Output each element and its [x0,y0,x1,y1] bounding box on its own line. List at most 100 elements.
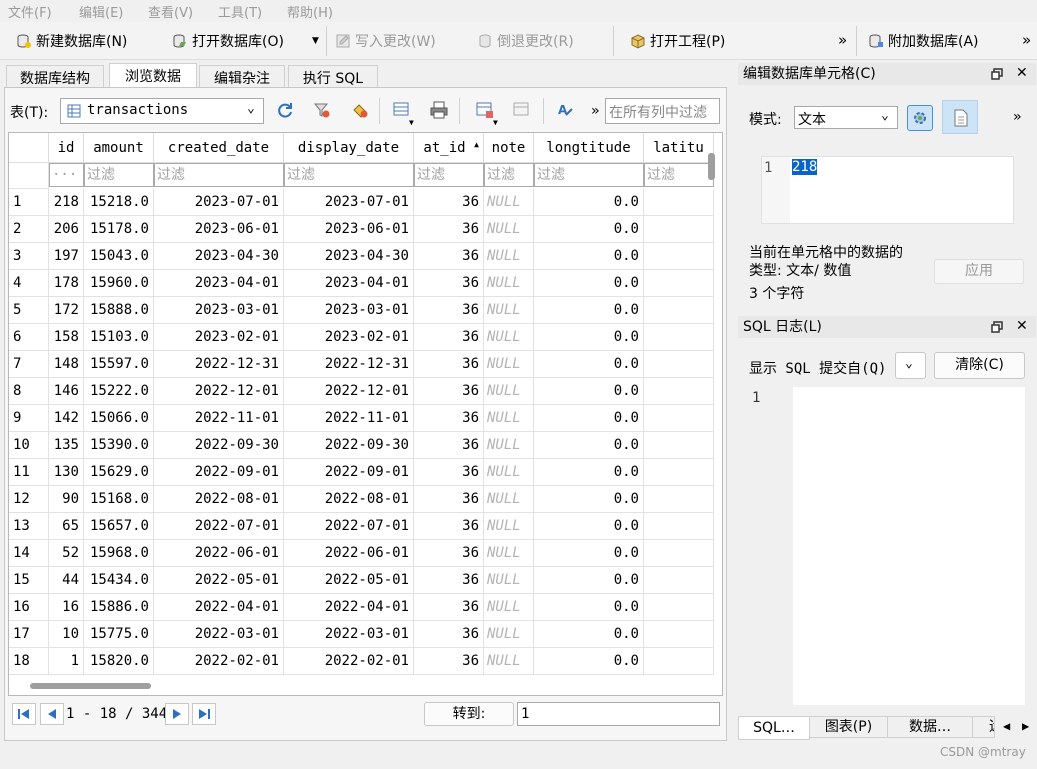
column-header-created_date[interactable]: created_date [154,133,284,163]
table-cell[interactable] [644,486,714,513]
table-cell[interactable]: 2023-07-01 [154,189,284,216]
column-header-note[interactable]: note [484,133,534,163]
clear-log-button[interactable]: 清除(C) [934,352,1025,379]
attach-database-button[interactable]: 附加数据库(A) [868,29,979,53]
table-cell[interactable]: 0.0 [534,648,644,675]
prev-page-button[interactable] [40,703,64,725]
table-cell[interactable]: 0.0 [534,351,644,378]
goto-button[interactable]: 转到: [424,702,514,726]
table-cell[interactable]: 158 [49,324,84,351]
table-cell[interactable] [644,621,714,648]
menu-tools[interactable]: 工具(T) [218,2,262,21]
next-page-button[interactable] [165,703,189,725]
table-cell[interactable]: 0.0 [534,594,644,621]
table-cell[interactable]: NULL [484,189,534,216]
table-cell[interactable]: 2023-06-01 [284,216,414,243]
table-select[interactable]: transactions ⌄ [60,98,264,124]
data-grid[interactable]: id amount created_date display_date at_id ▲ no… [8,132,723,696]
table-cell[interactable]: 15820.0 [84,648,154,675]
table-cell[interactable]: 130 [49,459,84,486]
table-cell[interactable]: 36 [414,648,484,675]
column-header-display_date[interactable]: display_date [284,133,414,163]
table-cell[interactable]: 0.0 [534,513,644,540]
float-panel-icon[interactable] [991,68,1003,80]
table-cell[interactable]: 15103.0 [84,324,154,351]
close-icon[interactable]: ✕ [1016,65,1028,81]
table-cell[interactable]: 2023-03-01 [154,297,284,324]
table-cell[interactable] [644,405,714,432]
table-cell[interactable]: 15222.0 [84,378,154,405]
table-cell[interactable]: 172 [49,297,84,324]
table-cell[interactable]: 2022-09-01 [284,459,414,486]
table-cell[interactable]: 36 [414,486,484,513]
close-icon[interactable]: ✕ [1016,318,1028,334]
column-header-longtitude[interactable]: longtitude [534,133,644,163]
table-cell[interactable]: 15218.0 [84,189,154,216]
table-cell[interactable]: 36 [414,432,484,459]
table-cell[interactable]: 2023-02-01 [154,324,284,351]
browse-toolbar-overflow-icon[interactable]: » [591,103,599,119]
table-cell[interactable] [644,378,714,405]
table-cell[interactable]: 15066.0 [84,405,154,432]
table-cell[interactable]: 1 [49,648,84,675]
insert-record-dropdown-icon[interactable]: ▼ [493,118,498,127]
tab-db-structure[interactable]: 数据库结构 [6,65,104,87]
float-panel-icon[interactable] [991,321,1003,333]
table-cell[interactable]: 15886.0 [84,594,154,621]
open-project-button[interactable]: 打开工程(P) [630,29,725,53]
table-cell[interactable]: NULL [484,486,534,513]
table-cell[interactable]: NULL [484,432,534,459]
table-cell[interactable]: 15434.0 [84,567,154,594]
refresh-icon[interactable] [276,101,294,119]
table-cell[interactable]: 197 [49,243,84,270]
table-cell[interactable]: 2023-07-01 [284,189,414,216]
toolbar-overflow-right-icon[interactable]: » [1022,31,1031,49]
open-database-dropdown-icon[interactable]: ▼ [312,36,319,46]
menu-help[interactable]: 帮助(H) [287,2,333,21]
table-cell[interactable]: 15390.0 [84,432,154,459]
table-cell[interactable]: 2022-09-30 [154,432,284,459]
print-icon[interactable] [430,101,448,119]
table-cell[interactable]: 36 [414,351,484,378]
write-changes-button[interactable]: 写入更改(W) [335,29,436,53]
table-cell[interactable]: 0.0 [534,270,644,297]
table-cell[interactable] [644,270,714,297]
table-cell[interactable]: 2022-03-01 [284,621,414,648]
table-cell[interactable] [644,459,714,486]
table-cell[interactable]: 2022-04-01 [154,594,284,621]
table-cell[interactable]: NULL [484,378,534,405]
table-cell[interactable]: 2022-07-01 [284,513,414,540]
table-cell[interactable]: 36 [414,621,484,648]
table-cell[interactable]: 2022-03-01 [154,621,284,648]
table-cell[interactable]: 15178.0 [84,216,154,243]
table-cell[interactable]: NULL [484,513,534,540]
word-wrap-button[interactable] [942,100,978,134]
table-cell[interactable] [644,189,714,216]
tab-sql-log[interactable]: SQL… [738,716,810,740]
table-cell[interactable]: 10 [49,621,84,648]
grid-corner[interactable] [9,133,49,163]
table-cell[interactable]: 2022-05-01 [154,567,284,594]
tab-scroll-left-icon[interactable]: ◀ [1003,719,1010,733]
tab-plot[interactable]: 图表(P) [810,716,888,738]
table-cell[interactable]: NULL [484,351,534,378]
menu-view[interactable]: 查看(V) [148,2,193,21]
table-cell[interactable]: 2022-02-01 [154,648,284,675]
table-cell[interactable]: 36 [414,459,484,486]
table-cell[interactable]: 2023-04-30 [284,243,414,270]
column-header-amount[interactable]: amount [84,133,154,163]
tab-db-schema[interactable]: 数据… [888,716,973,738]
table-cell[interactable]: 0.0 [534,324,644,351]
table-cell[interactable]: NULL [484,648,534,675]
tab-browse-data[interactable]: 浏览数据 [109,63,197,88]
table-cell[interactable]: 0.0 [534,243,644,270]
table-cell[interactable]: NULL [484,216,534,243]
table-cell[interactable]: 44 [49,567,84,594]
table-cell[interactable]: 36 [414,513,484,540]
table-cell[interactable]: NULL [484,324,534,351]
table-cell[interactable]: 2022-11-01 [284,405,414,432]
tab-execute-sql[interactable]: 执行 SQL [288,65,378,87]
table-cell[interactable]: 0.0 [534,297,644,324]
filter-input-note[interactable]: 过滤 [484,163,534,187]
table-cell[interactable]: 2023-04-01 [284,270,414,297]
